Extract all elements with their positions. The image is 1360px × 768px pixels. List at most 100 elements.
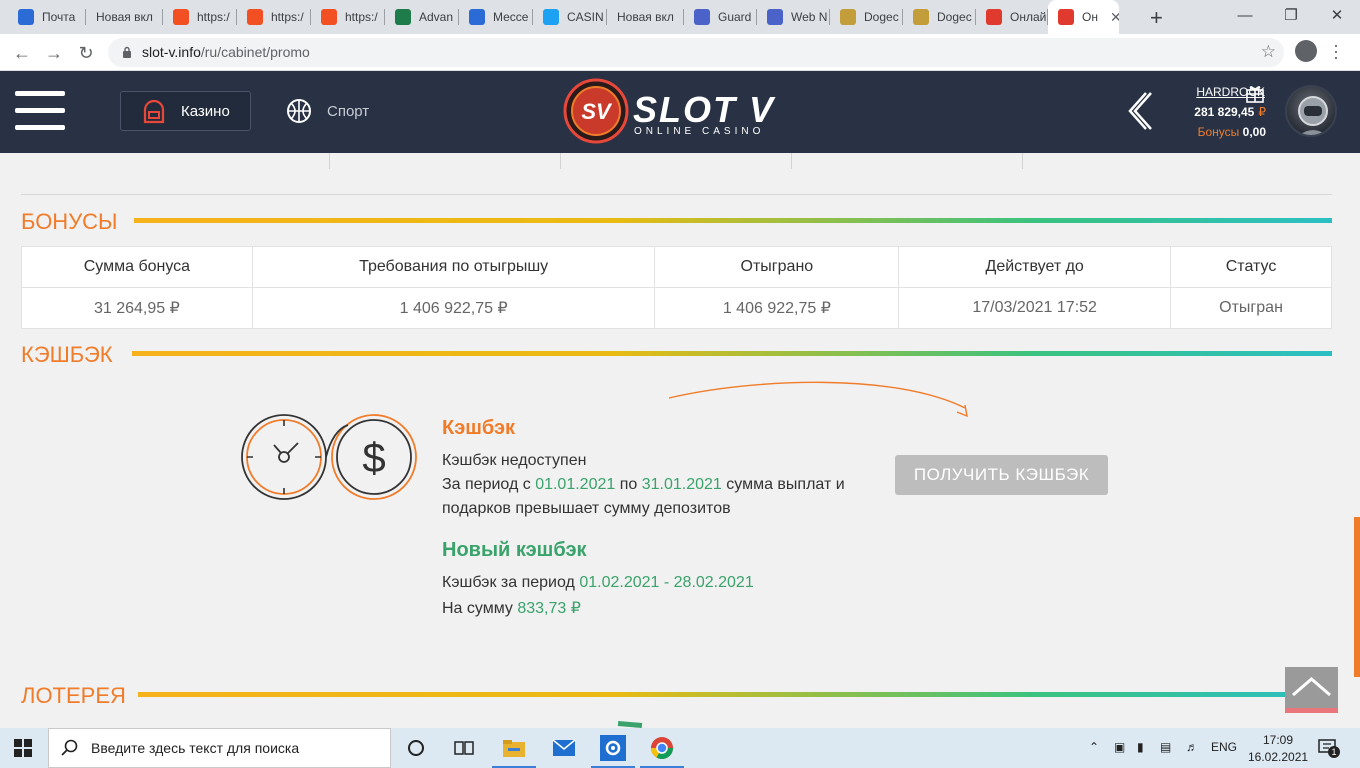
decorative-arrow [668, 381, 968, 418]
valid-until: 17/03/2021 17:52 [898, 287, 1172, 329]
star-icon [395, 9, 411, 25]
bonus-balance: Бонусы 0,00 [1197, 125, 1266, 139]
new-tab-button[interactable]: + [1150, 5, 1163, 31]
lottery-title: ЛОТЕРЕЯ [21, 683, 126, 708]
browser-tab[interactable]: Dogec [903, 0, 976, 34]
lock-icon [123, 46, 131, 58]
browser-tab[interactable]: https:/ [311, 0, 385, 34]
lottery-title-line [138, 692, 1332, 697]
browser-tab[interactable]: Guard [684, 0, 757, 34]
get-cashback-button[interactable]: ПОЛУЧИТЬ КЭШБЭК [895, 455, 1108, 495]
new-cashback-sum: На сумму 833,73 ₽ [442, 600, 581, 617]
cashback-period-line2: подарков превышает сумму депозитов [442, 500, 731, 517]
casino-button[interactable]: Казино [120, 91, 251, 131]
address-bar[interactable]: slot-v.info/ru/cabinet/promo ☆ [108, 38, 1284, 67]
ms-icon [173, 9, 189, 25]
profile-icon[interactable] [1295, 40, 1317, 62]
scrollbar-thumb[interactable] [1354, 517, 1360, 677]
browser-tab-label: Dogec [864, 10, 899, 24]
battery-icon[interactable]: ▮ [1137, 740, 1144, 754]
mail-icon[interactable] [550, 734, 578, 762]
cashback-status: Кэшбэк недоступен [442, 452, 587, 469]
cashback-period: За период с 01.01.2021 по 31.01.2021 сум… [442, 476, 845, 493]
sport-label: Спорт [327, 102, 370, 120]
bonus-amount: 31 264,95 ₽ [21, 287, 253, 329]
cortana-icon[interactable] [402, 734, 430, 762]
browser-tab[interactable]: https:/ [163, 0, 237, 34]
logo-subtitle: ONLINE CASINO [634, 126, 765, 137]
doge-icon [840, 9, 856, 25]
stats-row-remnant [0, 153, 1340, 193]
language-indicator[interactable]: ENG [1211, 740, 1237, 754]
clock-time: 17:09 [1262, 733, 1294, 747]
browser-tab[interactable]: Новая вкл [86, 0, 163, 34]
doge-icon [913, 9, 929, 25]
gift-icon[interactable] [1244, 82, 1266, 104]
browser-tab[interactable]: Почта [8, 0, 86, 34]
taskbar-search[interactable]: Введите здесь текст для поиска [48, 728, 391, 768]
close-tab-icon[interactable]: ✕ [1110, 9, 1119, 26]
restore-button[interactable]: ❐ [1268, 0, 1314, 30]
minimize-button[interactable]: — [1222, 0, 1268, 30]
tray-chevron-up-icon[interactable]: ⌃ [1089, 740, 1099, 754]
site-header: Казино Спорт SV SLOT V ONLINE CASINO HAR… [0, 71, 1360, 153]
avatar[interactable] [1285, 85, 1337, 137]
logo-wordmark: SLOT V [633, 89, 776, 130]
svg-text:$: $ [362, 434, 385, 481]
browser-tab[interactable]: Web N [757, 0, 830, 34]
chat-icon [469, 9, 485, 25]
browser-tab-strip: Почта Новая вкл https:/ https:/ https:/ Advan… [0, 0, 1360, 34]
bonuses-title-line [134, 218, 1332, 223]
sport-button[interactable]: Спорт [285, 91, 369, 131]
mail-icon [18, 9, 34, 25]
browser-tab[interactable]: Онлай [976, 0, 1048, 34]
divider [21, 194, 1332, 195]
back-icon[interactable]: ← [10, 41, 34, 65]
svg-text:SV: SV [581, 99, 613, 124]
chevron-up-icon [1292, 677, 1331, 697]
table-header-row: Сумма бонуса Требования по отыгрышу Отыг… [21, 246, 1332, 288]
close-window-button[interactable]: ✕ [1314, 0, 1360, 30]
volume-icon[interactable]: ♬ [1186, 740, 1198, 754]
browser-tab-label: Guard [718, 10, 752, 24]
notification-center-icon[interactable]: 1 [1318, 739, 1340, 758]
windows-start-icon[interactable] [14, 739, 32, 757]
table-row: 31 264,95 ₽ 1 406 922,75 ₽ 1 406 922,75 … [21, 287, 1332, 329]
bookmark-star-icon[interactable]: ☆ [1261, 42, 1276, 62]
wager-requirement: 1 406 922,75 ₽ [251, 287, 656, 329]
browser-tab[interactable]: CASIN [533, 0, 607, 34]
site-logo[interactable]: SV SLOT V ONLINE CASINO [563, 78, 793, 144]
menu-dots-icon[interactable]: · · · [1333, 36, 1339, 66]
task-view-icon[interactable] [450, 734, 478, 762]
scroll-to-top-button[interactable] [1285, 667, 1338, 713]
casino-icon [143, 99, 165, 124]
chevron-left-icon[interactable] [1124, 91, 1152, 131]
browser-tab[interactable]: Новая вкл [607, 0, 684, 34]
browser-tab[interactable]: Он ✕ [1048, 0, 1119, 34]
hamburger-menu-icon[interactable] [15, 91, 65, 131]
browser-tab[interactable]: https:/ [237, 0, 311, 34]
column-header: Сумма бонуса [21, 246, 253, 288]
browser-tab-label: https:/ [271, 10, 304, 24]
forward-icon[interactable]: → [42, 41, 66, 65]
shield-icon [694, 9, 710, 25]
clock[interactable]: 17:09 16.02.2021 [1248, 732, 1308, 766]
browser-tab-label: Новая вкл [617, 10, 674, 24]
browser-tab[interactable]: Advan [385, 0, 459, 34]
casino-label: Казино [181, 102, 230, 120]
basketball-icon [287, 99, 311, 123]
reload-icon[interactable]: ↻ [74, 41, 98, 65]
url-text: slot-v.info/ru/cabinet/promo [142, 44, 310, 60]
network-icon[interactable]: ▤ [1160, 740, 1171, 754]
file-explorer-icon[interactable] [492, 734, 536, 768]
column-header: Статус [1170, 246, 1332, 288]
browser-tab[interactable]: Dogec [830, 0, 903, 34]
chrome-icon[interactable] [640, 734, 684, 768]
tray-app-icon[interactable]: ▣ [1114, 740, 1125, 754]
browser-tab[interactable]: Мессе [459, 0, 533, 34]
browser-tab-label: https:/ [197, 10, 230, 24]
browser-tab-label: CASIN [567, 10, 604, 24]
settings-icon[interactable] [591, 734, 635, 768]
clock-date: 16.02.2021 [1248, 750, 1309, 764]
logo-emblem-icon: SV [563, 78, 629, 144]
